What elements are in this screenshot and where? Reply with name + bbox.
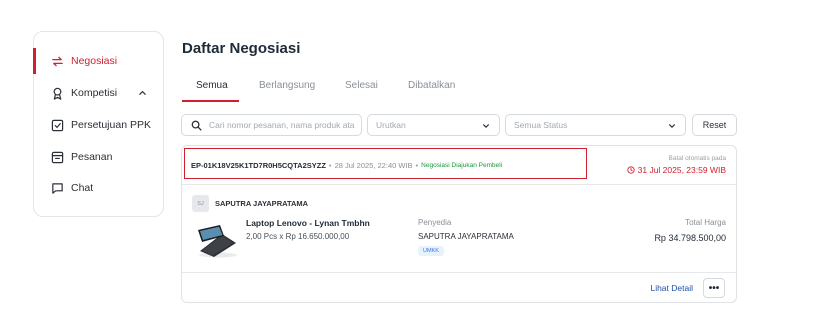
seller-row: SJ SAPUTRA JAYAPRATAMA <box>192 195 308 212</box>
sidebar-item-pesanan[interactable]: Pesanan <box>34 144 163 170</box>
search-icon <box>191 120 202 131</box>
sidebar-item-chat[interactable]: Chat <box>34 175 163 201</box>
more-options-button[interactable]: ••• <box>703 278 725 298</box>
inbox-icon <box>50 150 64 164</box>
tab-selesai[interactable]: Selesai <box>345 80 378 91</box>
total-value: Rp 34.798.500,00 <box>654 233 726 243</box>
order-card-header: EP-01K18V25K1TD7R0H5CQTA2SYZZ • 28 Jul 2… <box>182 146 736 185</box>
order-card: EP-01K18V25K1TD7R0H5CQTA2SYZZ • 28 Jul 2… <box>181 145 737 303</box>
chat-icon <box>50 181 64 195</box>
auto-cancel-date: 31 Jul 2025, 23:59 WIB <box>626 165 726 175</box>
sort-select[interactable]: Urutkan <box>367 114 500 136</box>
product-name[interactable]: Laptop Lenovo - Lynan Tmbhn <box>246 218 370 228</box>
status-badge: Negosiasi Diajukan Pembeli <box>421 162 503 169</box>
order-info-line: EP-01K18V25K1TD7R0H5CQTA2SYZZ • 28 Jul 2… <box>191 161 503 170</box>
tab-semua[interactable]: Semua <box>196 80 228 91</box>
view-detail-link[interactable]: Lihat Detail <box>650 283 693 293</box>
sort-placeholder: Urutkan <box>376 120 406 130</box>
tab-berlangsung[interactable]: Berlangsung <box>259 80 315 91</box>
checkbox-icon <box>50 118 64 132</box>
auto-cancel-label: Batal otomatis pada <box>668 155 726 162</box>
status-placeholder: Semua Status <box>514 120 568 130</box>
provider-name: SAPUTRA JAYAPRATAMA <box>418 232 514 241</box>
sidebar-item-negosiasi[interactable]: Negosiasi <box>33 48 163 74</box>
umkk-badge: UMKK <box>418 246 444 256</box>
award-icon <box>50 86 64 100</box>
reset-button[interactable]: Reset <box>692 114 737 136</box>
provider-label: Penyedia <box>418 218 452 227</box>
swap-arrows-icon <box>50 54 64 68</box>
sidebar-item-label: Pesanan <box>71 151 113 163</box>
sidebar-item-label: Chat <box>71 182 94 194</box>
laptop-image <box>198 225 237 258</box>
sidebar-item-label: Persetujuan PPK <box>71 119 151 131</box>
sidebar-item-label: Kompetisi <box>71 87 118 99</box>
order-date: 28 Jul 2025, 22:40 WIB <box>334 161 413 170</box>
order-id[interactable]: EP-01K18V25K1TD7R0H5CQTA2SYZZ <box>191 161 326 170</box>
chevron-up-icon[interactable] <box>138 88 147 100</box>
page-title: Daftar Negosiasi <box>182 40 301 57</box>
tab-dibatalkan[interactable]: Dibatalkan <box>408 80 455 91</box>
search-input[interactable]: Cari nomor pesanan, nama produk ata <box>181 114 362 136</box>
active-tab-indicator <box>182 100 239 102</box>
order-card-footer: Lihat Detail ••• <box>182 272 736 302</box>
status-select[interactable]: Semua Status <box>505 114 686 136</box>
chevron-down-icon <box>668 122 676 132</box>
seller-name: SAPUTRA JAYAPRATAMA <box>215 199 309 208</box>
sidebar-item-kompetisi[interactable]: Kompetisi <box>34 80 163 106</box>
tab-bar: Semua Berlangsung Selesai Dibatalkan <box>182 76 737 102</box>
total-label: Total Harga <box>685 218 726 227</box>
auto-cancel-date-text: 31 Jul 2025, 23:59 WIB <box>637 165 726 175</box>
clock-icon <box>626 166 635 174</box>
sidebar-item-label: Negosiasi <box>71 55 118 67</box>
search-placeholder: Cari nomor pesanan, nama produk ata <box>209 120 355 130</box>
avatar: SJ <box>192 195 209 212</box>
chevron-down-icon <box>482 122 490 132</box>
sidebar-item-persetujuan-ppk[interactable]: Persetujuan PPK <box>34 112 163 138</box>
product-quantity: 2,00 Pcs x Rp 16.650.000,00 <box>246 232 350 241</box>
sidebar: Negosiasi Kompetisi Persetujuan PPK Pesa… <box>33 31 164 217</box>
